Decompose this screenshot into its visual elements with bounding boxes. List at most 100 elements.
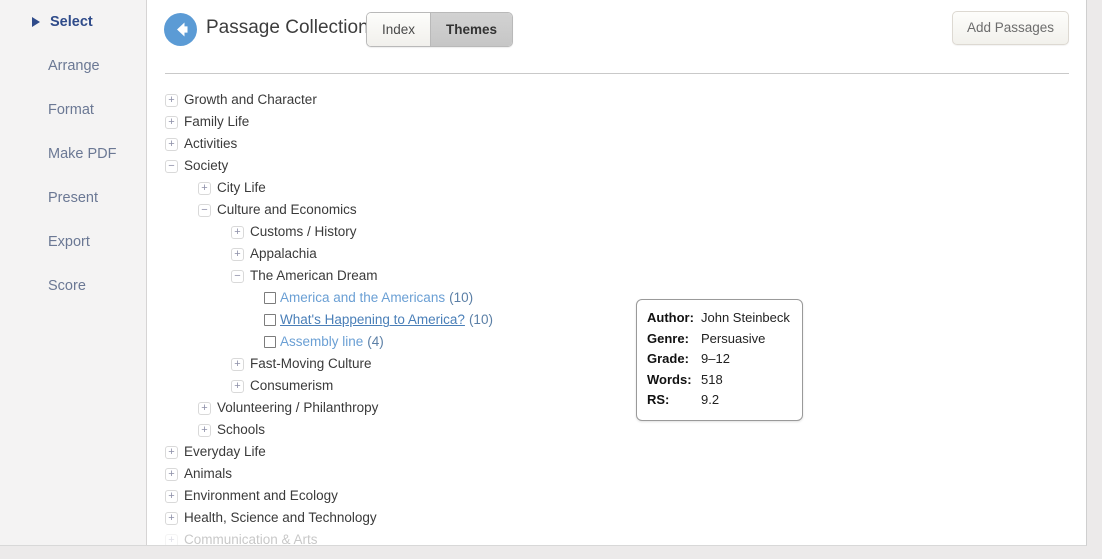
theme-row[interactable]: + Environment and Ecology: [148, 485, 1086, 507]
theme-label: Schools: [217, 422, 266, 438]
theme-row[interactable]: − Society: [148, 155, 1086, 177]
passage-link[interactable]: What's Happening to America?: [280, 309, 465, 331]
expand-icon[interactable]: +: [165, 93, 178, 107]
theme-row[interactable]: + Volunteering / Philanthropy: [148, 397, 1086, 419]
sidebar-item-select[interactable]: Select: [0, 0, 146, 44]
page-title: Passage Collection: [206, 17, 369, 38]
expand-icon[interactable]: +: [165, 489, 178, 503]
header-divider: [165, 73, 1069, 74]
passage-row[interactable]: Assembly line (4): [148, 331, 1086, 353]
sidebar-item-arrange[interactable]: Arrange: [0, 44, 146, 88]
tooltip-row: RS: 9.2: [647, 390, 790, 411]
theme-label: The American Dream: [250, 268, 378, 284]
theme-label: City Life: [217, 180, 266, 196]
sidebar-item-label: Select: [50, 14, 93, 30]
add-passages-button[interactable]: Add Passages: [951, 11, 1069, 45]
tooltip-row: Genre: Persuasive: [647, 329, 790, 350]
sidebar-item-label: Format: [48, 102, 94, 118]
theme-label: Family Life: [184, 114, 250, 130]
sidebar-item-label: Make PDF: [48, 146, 117, 162]
collapse-icon[interactable]: −: [231, 269, 244, 283]
sidebar-item-export[interactable]: Export: [0, 220, 146, 264]
active-marker-icon: [32, 17, 40, 27]
theme-row[interactable]: + Family Life: [148, 111, 1086, 133]
expand-icon[interactable]: +: [198, 423, 211, 437]
theme-label: Consumerism: [250, 378, 334, 394]
passage-row[interactable]: What's Happening to America? (10): [148, 309, 1086, 331]
tooltip-key: RS:: [647, 392, 670, 407]
expand-icon[interactable]: +: [165, 115, 178, 129]
expand-icon[interactable]: +: [165, 511, 178, 525]
theme-label: Growth and Character: [184, 92, 317, 108]
theme-label: Volunteering / Philanthropy: [217, 400, 379, 416]
theme-row[interactable]: + Everyday Life: [148, 441, 1086, 463]
passage-row[interactable]: America and the Americans (10): [148, 287, 1086, 309]
collapse-icon[interactable]: −: [165, 159, 178, 173]
passage-checkbox[interactable]: [264, 336, 276, 349]
theme-row[interactable]: + Consumerism: [148, 375, 1086, 397]
sidebar-item-present[interactable]: Present: [0, 176, 146, 220]
back-arrow-icon[interactable]: [164, 13, 197, 46]
tooltip-key: Grade:: [647, 351, 689, 366]
expand-icon[interactable]: +: [231, 225, 244, 239]
theme-row[interactable]: − Culture and Economics: [148, 199, 1086, 221]
theme-row[interactable]: + Customs / History: [148, 221, 1086, 243]
theme-row[interactable]: + Fast-Moving Culture: [148, 353, 1086, 375]
passage-link[interactable]: Assembly line: [280, 331, 363, 353]
theme-row[interactable]: + Animals: [148, 463, 1086, 485]
passage-count: (4): [367, 334, 384, 350]
theme-label: Society: [184, 158, 229, 174]
theme-row[interactable]: − The American Dream: [148, 265, 1086, 287]
theme-label: Everyday Life: [184, 444, 266, 460]
tooltip-row: Author: John Steinbeck: [647, 308, 790, 329]
theme-row[interactable]: + Growth and Character: [148, 89, 1086, 111]
expand-icon[interactable]: +: [231, 357, 244, 371]
theme-label: Environment and Ecology: [184, 488, 338, 504]
sidebar-item-label: Present: [48, 190, 98, 206]
tooltip-row: Grade: 9–12: [647, 349, 790, 370]
expand-icon[interactable]: +: [165, 137, 178, 151]
tooltip-key: Genre:: [647, 330, 689, 346]
passage-info-tooltip: Author: John Steinbeck Genre: Persuasive Gra…: [636, 299, 803, 421]
tooltip-value: John Steinbeck: [701, 310, 790, 325]
sidebar-item-label: Arrange: [48, 58, 100, 74]
expand-icon[interactable]: +: [165, 445, 178, 459]
sidebar: Select Arrange Format Make PDF Present Export…: [0, 0, 147, 545]
toolbar: Passage Collection Index Themes Add Passa…: [148, 0, 1086, 58]
theme-row[interactable]: + Appalachia: [148, 243, 1086, 265]
tab-index[interactable]: Index: [367, 13, 431, 46]
tooltip-value: 9.2: [701, 392, 720, 407]
sidebar-item-make-pdf[interactable]: Make PDF: [0, 132, 146, 176]
expand-icon[interactable]: +: [198, 401, 211, 415]
theme-row[interactable]: + Schools: [148, 419, 1086, 441]
theme-label: Appalachia: [250, 246, 317, 262]
tab-themes[interactable]: Themes: [430, 13, 513, 46]
passage-checkbox[interactable]: [264, 292, 276, 305]
sidebar-item-format[interactable]: Format: [0, 88, 146, 132]
theme-row[interactable]: + Health, Science and Technology: [148, 507, 1086, 529]
theme-label: Health, Science and Technology: [184, 510, 377, 526]
theme-label: Customs / History: [250, 224, 357, 240]
sidebar-item-score[interactable]: Score: [0, 264, 146, 308]
theme-label: Culture and Economics: [217, 202, 357, 218]
expand-icon[interactable]: +: [165, 533, 178, 545]
expand-icon[interactable]: +: [198, 181, 211, 195]
theme-row[interactable]: + City Life: [148, 177, 1086, 199]
theme-row[interactable]: + Communication & Arts: [148, 529, 1086, 545]
theme-label: Fast-Moving Culture: [250, 356, 372, 372]
theme-tree: + Growth and Character + Family Life + Activi…: [148, 89, 1086, 545]
theme-label: Animals: [184, 466, 233, 482]
passage-link[interactable]: America and the Americans: [280, 287, 445, 309]
app-root: Select Arrange Format Make PDF Present Export…: [0, 0, 1102, 559]
collapse-icon[interactable]: −: [198, 203, 211, 217]
tooltip-row: Words: 518: [647, 370, 790, 391]
passage-checkbox[interactable]: [264, 314, 276, 327]
expand-icon[interactable]: +: [165, 467, 178, 481]
tooltip-key: Words:: [647, 371, 692, 387]
page-frame: Select Arrange Format Make PDF Present Export…: [0, 0, 1087, 546]
expand-icon[interactable]: +: [231, 379, 244, 393]
theme-row[interactable]: + Activities: [148, 133, 1086, 155]
tooltip-key: Author:: [647, 310, 694, 325]
tooltip-value: Persuasive: [701, 330, 766, 346]
expand-icon[interactable]: +: [231, 247, 244, 261]
